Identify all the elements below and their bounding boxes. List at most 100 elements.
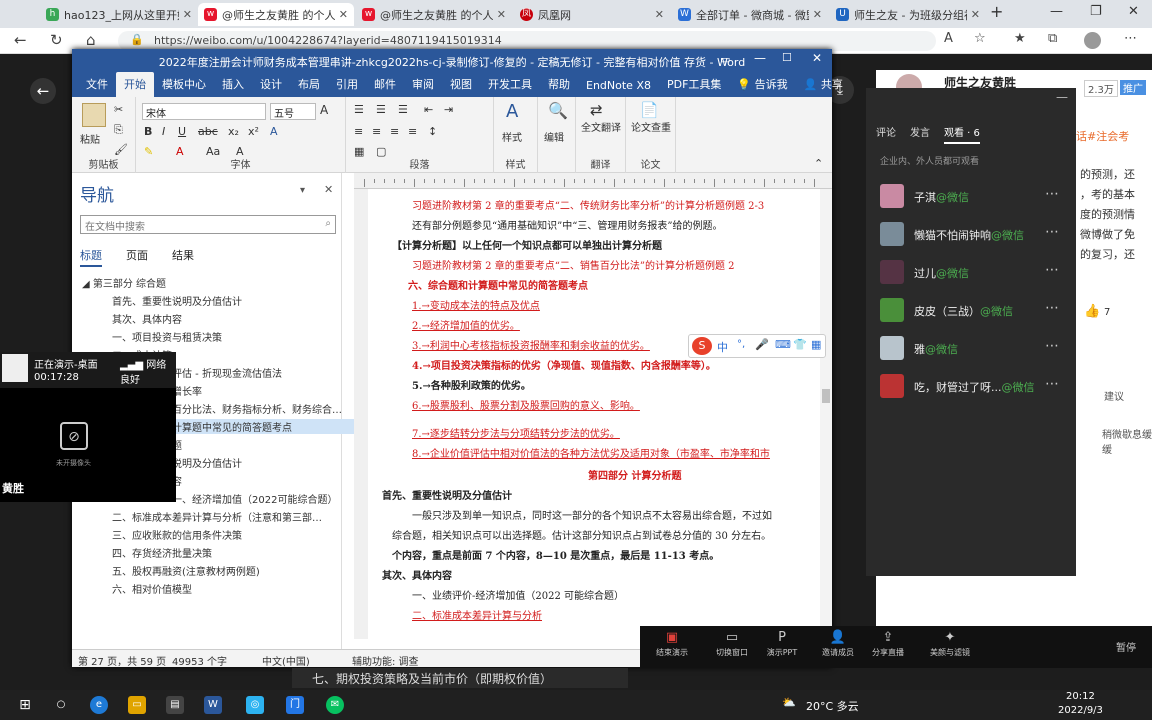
more-options-icon[interactable]: ⋯: [1045, 300, 1059, 316]
back-arrow-icon[interactable]: ←: [30, 78, 56, 104]
align-center-icon[interactable]: ≡: [372, 125, 381, 138]
word-icon[interactable]: W: [204, 696, 222, 714]
minimize-icon[interactable]: —: [754, 51, 766, 65]
multilevel-icon[interactable]: ☰: [398, 103, 408, 116]
paper-check-button[interactable]: 论文查重: [628, 123, 674, 135]
bold-icon[interactable]: B: [144, 125, 152, 138]
end-presentation-button[interactable]: ▣ 结束演示: [644, 630, 700, 658]
close-icon[interactable]: ✕: [324, 183, 333, 196]
superscript-icon[interactable]: x²: [248, 125, 259, 138]
home-icon[interactable]: ⌂: [86, 31, 96, 49]
nav-search-input[interactable]: 在文档中搜索 ⌕: [80, 215, 336, 234]
scroll-thumb[interactable]: [822, 389, 830, 403]
decrease-indent-icon[interactable]: ⇤: [424, 103, 433, 116]
tab-home[interactable]: 开始: [116, 72, 154, 97]
nav-heading-item[interactable]: 首先、重要性说明及分值估计: [112, 293, 372, 308]
meeting-app-icon[interactable]: ◎: [246, 696, 264, 714]
language[interactable]: 中文(中国): [262, 653, 310, 668]
favorites-icon[interactable]: ★: [1014, 31, 1026, 46]
close-icon[interactable]: ✕: [812, 51, 822, 65]
tab-pdf[interactable]: PDF工具集: [659, 76, 729, 97]
tab-results[interactable]: 结果: [172, 247, 194, 267]
tab-review[interactable]: 审阅: [404, 76, 442, 97]
nav-heading-item[interactable]: 二、标准成本差异计算与分析（注意和第三部…: [112, 509, 372, 524]
app-icon[interactable]: ▤: [166, 696, 184, 714]
close-icon[interactable]: ✕: [183, 8, 192, 21]
nav-heading-item[interactable]: 五、股权再融资(注意教材两例题): [112, 563, 372, 578]
nav-heading-item[interactable]: 一、项目投资与租赁决策: [112, 329, 372, 344]
increase-indent-icon[interactable]: ⇥: [444, 103, 453, 116]
grow-font-icon[interactable]: A: [320, 103, 328, 117]
browser-tab[interactable]: w @师生之友黄胜 的个人主 ✕: [198, 3, 354, 26]
align-left-icon[interactable]: ≡: [354, 125, 363, 138]
tab-design[interactable]: 设计: [252, 76, 290, 97]
cut-icon[interactable]: ✂: [114, 103, 123, 116]
tab-layout[interactable]: 布局: [290, 76, 328, 97]
close-icon[interactable]: ✕: [971, 8, 980, 21]
tab-speak[interactable]: 发言: [910, 124, 930, 144]
vertical-scrollbar[interactable]: [820, 189, 832, 639]
weather-text[interactable]: 20°C 多云: [806, 698, 859, 714]
tab-endnote[interactable]: EndNote X8: [578, 79, 659, 97]
browser-tab[interactable]: w @师生之友黄胜 的个人主 ✕: [356, 3, 512, 26]
nav-heading-item[interactable]: 六、相对价值模型: [112, 581, 372, 596]
share-live-button[interactable]: ⇪ 分享直播: [860, 630, 916, 658]
underline-icon[interactable]: U: [178, 125, 186, 138]
promote-badge[interactable]: 推广: [1120, 80, 1146, 95]
more-options-icon[interactable]: ⋯: [1045, 338, 1059, 354]
tab-template[interactable]: 模板中心: [154, 76, 214, 97]
nav-options-icon[interactable]: ▾: [300, 185, 305, 196]
ribbon-display-icon[interactable]: ▭: [720, 53, 730, 66]
beauty-filter-button[interactable]: ✦ 美颜与滤镜: [922, 630, 978, 658]
toolbox-icon[interactable]: ▦: [811, 338, 821, 351]
minimize-icon[interactable]: —: [1056, 90, 1068, 104]
document-page[interactable]: 习题进阶教材第 2 章的重要考点“二、传统财务比率分析”的计算分析题例题 2-3…: [368, 189, 820, 639]
collapse-ribbon-icon[interactable]: ⌃: [814, 157, 823, 170]
tab-mailings[interactable]: 邮件: [366, 76, 404, 97]
ime-mode-icon[interactable]: 中: [717, 339, 728, 355]
switch-window-button[interactable]: ▭ 切换窗口: [704, 630, 760, 658]
nav-heading-item[interactable]: ◢ 第三部分 综合题: [82, 275, 342, 290]
keyboard-icon[interactable]: ⌨: [775, 338, 791, 351]
more-options-icon[interactable]: ⋯: [1045, 376, 1059, 392]
invite-member-button[interactable]: 👤 邀请成员: [810, 630, 866, 658]
search-icon[interactable]: ○: [52, 696, 70, 714]
new-tab-button[interactable]: +: [990, 2, 1003, 21]
punctuation-icon[interactable]: °,: [737, 339, 745, 350]
url-field[interactable]: 🔒 https://weibo.com/u/1004228674?layerid…: [118, 31, 936, 51]
text-effect-icon[interactable]: A: [270, 125, 278, 138]
tab-headings[interactable]: 标题: [80, 247, 102, 267]
justify-icon[interactable]: ≡: [408, 125, 417, 138]
minimize-icon[interactable]: —: [1050, 4, 1063, 19]
tab-comments[interactable]: 评论: [876, 124, 896, 144]
browser-tab[interactable]: W 全部订单 - 微商城 - 微盟 ✕: [672, 3, 828, 26]
collections-icon[interactable]: ⧉: [1048, 31, 1057, 46]
microphone-icon[interactable]: 🎤: [755, 338, 769, 351]
nav-heading-item[interactable]: 四、存货经济批量决策: [112, 545, 372, 560]
word-count[interactable]: 49953 个字: [172, 653, 227, 668]
more-options-icon[interactable]: ⋯: [1045, 262, 1059, 278]
tab-file[interactable]: 文件: [78, 76, 116, 97]
tab-view[interactable]: 视图: [442, 76, 480, 97]
tab-help[interactable]: 帮助: [540, 76, 578, 97]
numbering-icon[interactable]: ☰: [376, 103, 386, 116]
font-size-select[interactable]: 五号: [270, 103, 316, 120]
read-aloud-icon[interactable]: A: [944, 31, 953, 46]
present-ppt-button[interactable]: P 演示PPT: [754, 630, 810, 658]
close-window-icon[interactable]: ✕: [1128, 4, 1139, 19]
line-spacing-icon[interactable]: ↕: [428, 125, 437, 138]
strikethrough-icon[interactable]: abc: [198, 125, 218, 138]
page-count[interactable]: 第 27 页，共 59 页: [78, 653, 166, 668]
back-icon[interactable]: ←: [14, 31, 27, 49]
sogou-icon[interactable]: S: [692, 337, 712, 355]
topic-link[interactable]: 话#注会考: [1076, 128, 1129, 144]
format-painter-icon[interactable]: 🖌: [114, 143, 128, 156]
tab-developer[interactable]: 开发工具: [480, 76, 540, 97]
maximize-icon[interactable]: ☐: [782, 51, 792, 64]
favorite-icon[interactable]: ☆: [974, 31, 986, 46]
file-explorer-icon[interactable]: ▭: [128, 696, 146, 714]
profile-avatar[interactable]: [1084, 32, 1101, 49]
share-button[interactable]: 👤 共享: [796, 76, 851, 97]
translate-button[interactable]: 全文翻译: [578, 123, 624, 135]
windows-start-icon[interactable]: ⊞: [16, 696, 34, 714]
